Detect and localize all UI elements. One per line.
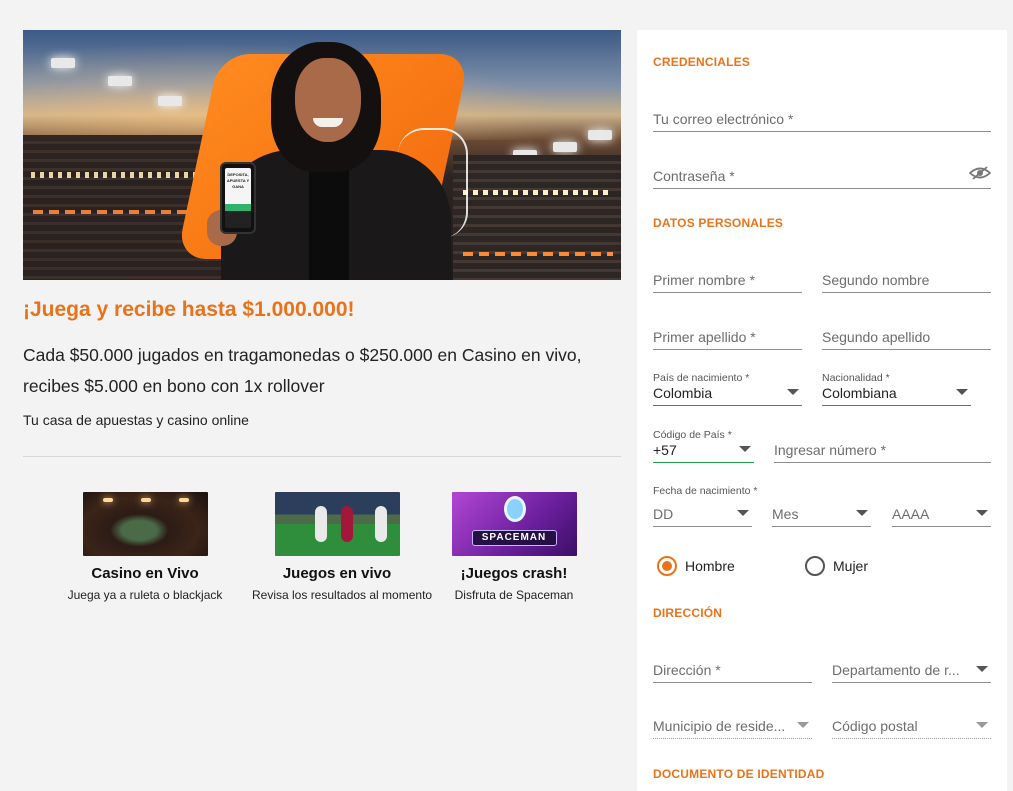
birth-country-label: País de nacimiento * bbox=[653, 372, 750, 384]
email-field[interactable]: Tu correo electrónico * bbox=[653, 104, 991, 132]
gender-female-radio[interactable]: Mujer bbox=[805, 556, 868, 576]
password-placeholder: Contraseña * bbox=[653, 168, 735, 184]
municipality-select[interactable]: Municipio de reside... bbox=[653, 711, 812, 739]
stadium-stand bbox=[453, 155, 621, 280]
promo-banner: DEPOSITA, APUESTA Y GANA bbox=[23, 30, 621, 280]
card-juegos-crash[interactable]: SPACEMAN ¡Juegos crash! Disfruta de Spac… bbox=[429, 492, 599, 602]
address-placeholder: Dirección * bbox=[653, 662, 721, 678]
gender-female-label: Mujer bbox=[833, 558, 869, 574]
card-subtitle: Revisa los resultados al momento bbox=[252, 588, 433, 602]
birthdate-label: Fecha de nacimiento * bbox=[653, 485, 758, 497]
soccer-match-image[interactable] bbox=[274, 492, 400, 556]
casino-table-image[interactable] bbox=[82, 492, 208, 556]
birth-month-select[interactable]: Mes bbox=[772, 499, 871, 527]
player bbox=[340, 506, 353, 542]
department-select[interactable]: Departamento de r... bbox=[832, 655, 991, 683]
floodlight bbox=[108, 76, 132, 86]
country-code-value: +57 bbox=[653, 442, 677, 458]
birth-country-select[interactable]: País de nacimiento * Colombia bbox=[653, 372, 802, 406]
floodlight bbox=[553, 142, 577, 152]
gender-male-radio[interactable]: Hombre bbox=[657, 556, 735, 576]
phone-placeholder: Ingresar número * bbox=[774, 442, 887, 458]
postal-code-placeholder: Código postal bbox=[832, 718, 918, 734]
stand-lights bbox=[463, 190, 613, 195]
card-subtitle: Disfruta de Spaceman bbox=[454, 588, 574, 602]
floodlight bbox=[158, 96, 182, 106]
card-title[interactable]: Casino en Vivo bbox=[60, 565, 230, 582]
section-credentials: CREDENCIALES bbox=[653, 55, 751, 69]
chevron-down-icon bbox=[737, 510, 749, 516]
promo-description: Cada $50.000 jugados en tragamonedas o $… bbox=[23, 345, 582, 396]
email-placeholder: Tu correo electrónico * bbox=[653, 111, 794, 127]
card-subtitle: Juega ya a ruleta o blackjack bbox=[67, 588, 223, 602]
postal-code-select[interactable]: Código postal bbox=[832, 711, 991, 739]
card-juegos-en-vivo[interactable]: Juegos en vivo Revisa los resultados al … bbox=[252, 492, 433, 602]
lamp bbox=[178, 498, 189, 502]
promo-tagline: Tu casa de apuestas y casino online bbox=[23, 412, 249, 428]
section-identity-document: DOCUMENTO DE IDENTIDAD bbox=[653, 767, 825, 781]
gender-male-label: Hombre bbox=[685, 558, 735, 574]
chevron-down-icon bbox=[856, 510, 868, 516]
password-field[interactable]: Contraseña * bbox=[653, 161, 991, 189]
country-code-select[interactable]: Código de País * +57 bbox=[653, 429, 754, 463]
birth-country-value: Colombia bbox=[653, 385, 713, 401]
chevron-down-icon bbox=[976, 722, 988, 728]
stand-lights bbox=[463, 252, 613, 256]
municipality-placeholder: Municipio de reside... bbox=[653, 718, 786, 734]
phone-screen: DEPOSITA, APUESTA Y GANA bbox=[225, 168, 251, 228]
floodlight bbox=[51, 58, 75, 68]
section-personal-data: DATOS PERSONALES bbox=[653, 216, 784, 230]
player bbox=[314, 506, 327, 542]
player bbox=[374, 506, 387, 542]
lamp bbox=[140, 498, 151, 502]
second-name-placeholder: Segundo nombre bbox=[822, 272, 930, 288]
first-surname-placeholder: Primer apellido * bbox=[653, 329, 756, 345]
birth-year-select[interactable]: AAAA bbox=[892, 499, 991, 527]
card-title[interactable]: ¡Juegos crash! bbox=[429, 565, 599, 582]
first-surname-field[interactable]: Primer apellido * bbox=[653, 322, 802, 350]
day-placeholder: DD bbox=[653, 506, 674, 522]
ambassador-shirt bbox=[309, 158, 349, 280]
second-surname-field[interactable]: Segundo apellido bbox=[822, 322, 991, 350]
spaceman-game-image[interactable]: SPACEMAN bbox=[451, 492, 577, 556]
card-title[interactable]: Juegos en vivo bbox=[252, 565, 422, 582]
address-field[interactable]: Dirección * bbox=[653, 655, 812, 683]
nationality-select[interactable]: Nacionalidad * Colombiana bbox=[822, 372, 971, 406]
spaceman-logo: SPACEMAN bbox=[471, 530, 557, 546]
eye-hidden-icon[interactable] bbox=[969, 166, 991, 180]
ambassador-smile bbox=[313, 118, 343, 127]
first-name-placeholder: Primer nombre * bbox=[653, 272, 755, 288]
promo-title: ¡Juega y recibe hasta $1.000.000! bbox=[23, 298, 355, 321]
chevron-down-icon bbox=[976, 510, 988, 516]
country-code-label: Código de País * bbox=[653, 429, 732, 441]
lamp bbox=[102, 498, 113, 502]
first-name-field[interactable]: Primer nombre * bbox=[653, 265, 802, 293]
second-name-field[interactable]: Segundo nombre bbox=[822, 265, 991, 293]
ambassador-face bbox=[295, 58, 361, 142]
floodlight bbox=[588, 130, 612, 140]
nationality-label: Nacionalidad * bbox=[822, 372, 890, 384]
radio-unselected-icon[interactable] bbox=[805, 556, 825, 576]
divider bbox=[23, 456, 621, 457]
radio-selected-icon[interactable] bbox=[657, 556, 677, 576]
chevron-down-icon bbox=[956, 389, 968, 395]
phone-image: DEPOSITA, APUESTA Y GANA bbox=[220, 162, 256, 234]
second-surname-placeholder: Segundo apellido bbox=[822, 329, 931, 345]
month-placeholder: Mes bbox=[772, 506, 799, 522]
year-placeholder: AAAA bbox=[892, 506, 930, 522]
department-placeholder: Departamento de r... bbox=[832, 662, 960, 678]
chevron-down-icon bbox=[797, 722, 809, 728]
astronaut-icon bbox=[503, 496, 526, 522]
chevron-down-icon bbox=[976, 666, 988, 672]
phone-number-field[interactable]: Ingresar número * bbox=[774, 435, 991, 463]
nationality-value: Colombiana bbox=[822, 385, 897, 401]
chevron-down-icon bbox=[739, 446, 751, 452]
birth-day-select[interactable]: Fecha de nacimiento * DD bbox=[653, 485, 757, 527]
card-casino-en-vivo[interactable]: Casino en Vivo Juega ya a ruleta o black… bbox=[60, 492, 230, 602]
chevron-down-icon bbox=[787, 389, 799, 395]
section-address: DIRECCIÓN bbox=[653, 606, 723, 620]
